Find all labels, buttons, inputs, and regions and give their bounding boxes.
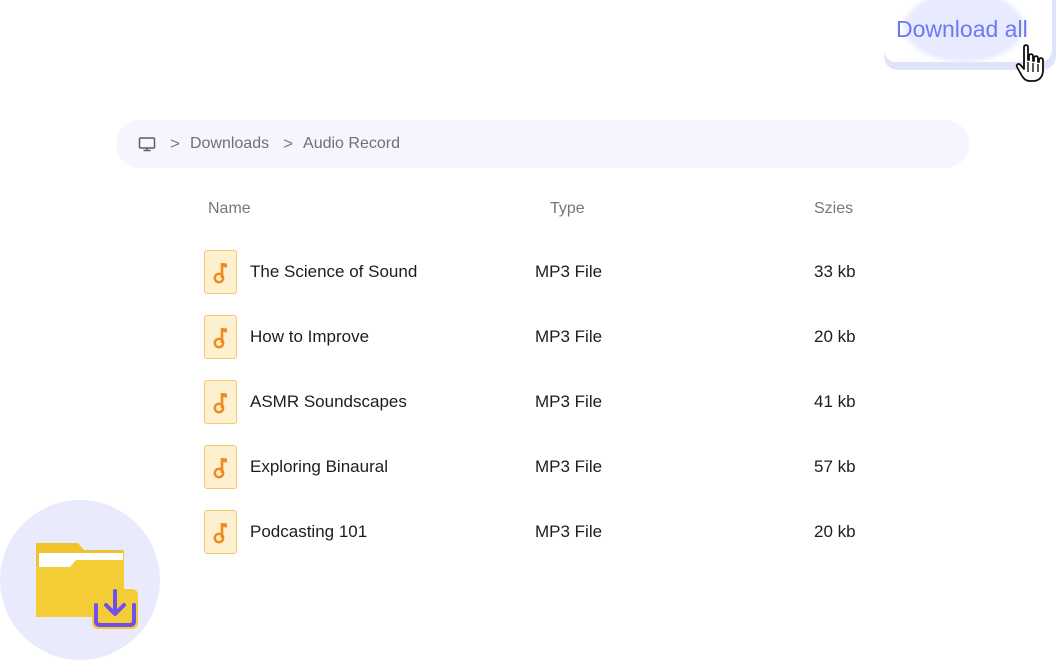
- file-type: MP3 File: [535, 457, 603, 476]
- file-type: MP3 File: [535, 327, 603, 346]
- audio-file-icon: [204, 445, 237, 489]
- table-row[interactable]: The Science of Sound MP3 File 33 kb: [0, 250, 1062, 300]
- file-name: Podcasting 101: [250, 522, 368, 541]
- music-note-icon: [213, 263, 227, 284]
- column-header-size[interactable]: Szies: [814, 200, 853, 218]
- file-size: 33 kb: [814, 262, 856, 281]
- music-note-icon: [213, 458, 227, 479]
- audio-file-icon: [204, 380, 237, 424]
- audio-file-icon: [204, 315, 237, 359]
- folder-download-icon: [36, 543, 138, 629]
- file-size: 20 kb: [814, 327, 856, 346]
- file-size: 41 kb: [814, 392, 856, 411]
- column-header-type[interactable]: Type: [550, 200, 585, 218]
- breadcrumb-item-downloads[interactable]: Downloads: [190, 135, 269, 153]
- file-size: 57 kb: [814, 457, 856, 476]
- hand-pointer-icon: [1015, 44, 1044, 82]
- file-type: MP3 File: [535, 392, 603, 411]
- file-type: MP3 File: [535, 262, 603, 281]
- file-type: MP3 File: [535, 522, 603, 541]
- table-row[interactable]: How to Improve MP3 File 20 kb: [0, 315, 1062, 365]
- audio-file-icon: [204, 510, 237, 554]
- download-all-label: Download all: [896, 16, 1028, 42]
- breadcrumb: > Downloads > Audio Record: [116, 120, 969, 168]
- music-note-icon: [213, 523, 227, 544]
- file-name: ASMR Soundscapes: [250, 392, 407, 411]
- breadcrumb-separator: >: [283, 134, 294, 153]
- file-name: How to Improve: [250, 327, 370, 346]
- file-name: The Science of Sound: [250, 262, 418, 281]
- file-name: Exploring Binaural: [250, 457, 388, 476]
- column-header-name[interactable]: Name: [208, 200, 251, 218]
- table-row[interactable]: Exploring Binaural MP3 File 57 kb: [0, 445, 1062, 495]
- file-size: 20 kb: [814, 522, 856, 541]
- audio-file-icon: [204, 250, 237, 294]
- table-row[interactable]: ASMR Soundscapes MP3 File 41 kb: [0, 380, 1062, 430]
- breadcrumb-separator: >: [170, 134, 180, 153]
- table-row[interactable]: Podcasting 101 MP3 File 20 kb: [0, 510, 1062, 560]
- music-note-icon: [213, 393, 227, 414]
- breadcrumb-item-audio-record[interactable]: Audio Record: [303, 135, 400, 153]
- music-note-icon: [213, 328, 227, 349]
- monitor-icon[interactable]: [138, 136, 156, 152]
